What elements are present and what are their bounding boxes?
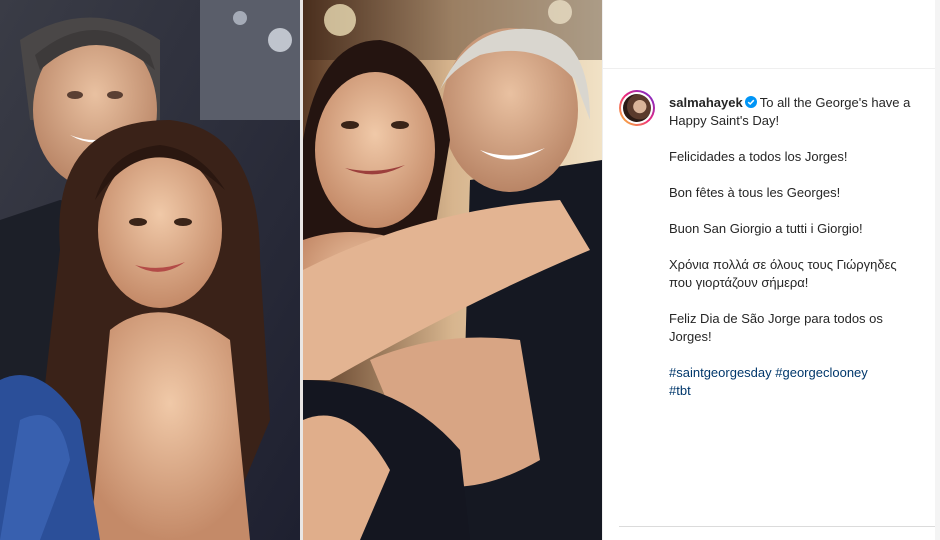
post-caption: salmahayek To all the George's have a Hap… — [669, 94, 921, 400]
comments-divider — [619, 526, 940, 527]
caption-paragraph: Buon San Giorgio a tutti i Giorgio! — [669, 221, 863, 236]
hashtags: #saintgeorgesday #georgeclooney #tbt — [669, 364, 921, 400]
author-avatar[interactable] — [619, 90, 655, 126]
caption-paragraph: Felicidades a todos los Jorges! — [669, 149, 848, 164]
header-divider — [603, 68, 940, 69]
caption-paragraph: Χρόνια πολλά σε όλους τους Γιώργηδες που… — [669, 257, 897, 290]
caption-paragraph: Feliz Dia de São Jorge para todos os Jor… — [669, 311, 883, 344]
panel-scrollbar[interactable] — [935, 0, 940, 540]
hashtag-link[interactable]: #tbt — [669, 383, 691, 398]
verified-badge-icon — [744, 96, 757, 108]
author-username[interactable]: salmahayek — [669, 95, 743, 110]
caption-first-paragraph: salmahayek To all the George's have a Hap… — [669, 94, 921, 130]
post-detail-panel: salmahayek To all the George's have a Hap… — [602, 0, 940, 540]
avatar-ring — [621, 92, 653, 124]
hashtag-link[interactable]: #georgeclooney — [775, 365, 868, 380]
photo-divider — [300, 0, 303, 540]
caption-paragraph: Bon fêtes à tous les Georges! — [669, 185, 841, 200]
avatar-image — [623, 94, 651, 122]
hashtag-link[interactable]: #saintgeorgesday — [669, 365, 772, 380]
